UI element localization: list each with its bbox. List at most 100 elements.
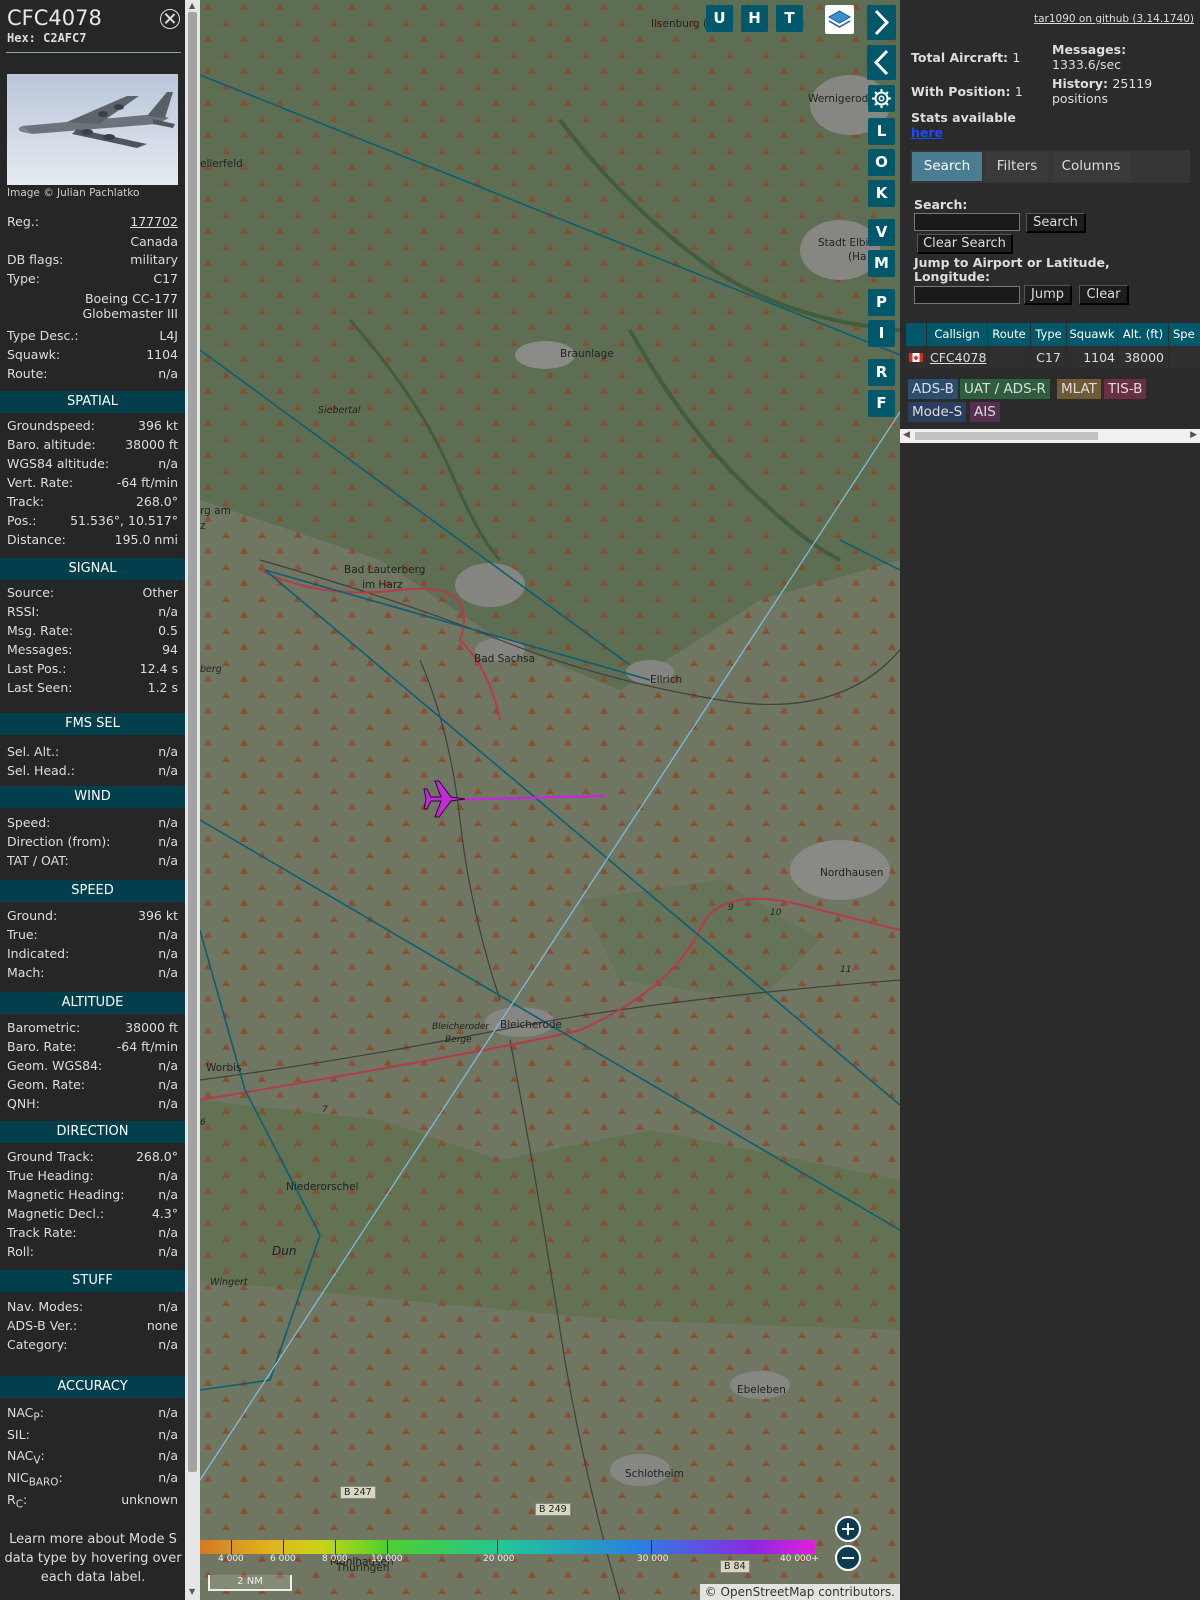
close-icon[interactable] — [160, 9, 180, 29]
info-row-value: n/a — [158, 1187, 178, 1202]
info-row-label: Mach: — [7, 965, 45, 980]
info-row: Geom. WGS84: n/a — [7, 1056, 178, 1075]
info-row: TAT / OAT: n/a — [7, 851, 178, 870]
table-horizontal-scrollbar[interactable]: ◀ ▶ — [900, 429, 1200, 443]
info-row: True Heading: n/a — [7, 1166, 178, 1185]
map-label-bleicherode: Bleicherode — [500, 1019, 563, 1031]
info-row-label: Ground: — [7, 908, 58, 923]
map-button-r[interactable]: R — [868, 359, 895, 386]
registration-link[interactable]: 177702 — [130, 212, 178, 231]
tab-search[interactable]: Search — [912, 152, 982, 181]
map-button-k[interactable]: K — [868, 180, 895, 207]
column-speed[interactable]: Spe — [1169, 323, 1200, 346]
info-scrollbar[interactable]: ▲ ▼ — [185, 0, 200, 1600]
typedesc-value: L4J — [159, 328, 178, 343]
column-squawk[interactable]: Squawk — [1067, 323, 1117, 346]
expand-right-icon[interactable] — [867, 5, 896, 40]
map-button-t[interactable]: T — [776, 5, 803, 32]
section-fms-sel: FMS SEL — [0, 713, 185, 735]
country-value: Canada — [130, 234, 178, 249]
horizontal-scroll-thumb[interactable] — [915, 432, 1098, 440]
stats-here-link[interactable]: here — [911, 125, 1016, 140]
clear-button[interactable]: Clear — [1079, 285, 1129, 305]
map-button-i[interactable]: I — [868, 320, 895, 347]
map-base-layer — [200, 0, 900, 1600]
clear-search-button[interactable]: Clear Search — [917, 234, 1013, 254]
info-row: Geom. Rate: n/a — [7, 1075, 178, 1094]
info-row-label: True: — [7, 927, 38, 942]
layers-icon[interactable] — [825, 5, 854, 34]
tab-filters[interactable]: Filters — [985, 152, 1049, 181]
aircraft-icon[interactable] — [419, 775, 469, 823]
nacp-label: NACP: — [7, 1405, 44, 1424]
squawk-value: 1104 — [146, 347, 178, 362]
info-row-label: Pos.: — [7, 513, 37, 528]
column-callsign[interactable]: Callsign — [927, 323, 987, 346]
info-row-label: Baro. Rate: — [7, 1039, 77, 1054]
zoom-in-icon[interactable] — [835, 1516, 861, 1542]
legend-label-8000: 8 000 — [322, 1554, 348, 1564]
scroll-up-icon[interactable]: ▲ — [189, 2, 195, 10]
info-row-value: n/a — [158, 946, 178, 961]
scrollbar-thumb[interactable] — [188, 12, 197, 1472]
scroll-down-icon[interactable]: ▼ — [189, 1588, 195, 1596]
info-row: Groundspeed: 396 kt — [7, 416, 178, 435]
aircraft-photo[interactable] — [7, 74, 178, 185]
info-header: CFC4078 Hex: C2AFC7 — [0, 0, 185, 49]
info-row-label: Direction (from): — [7, 834, 111, 849]
jump-input[interactable] — [914, 286, 1020, 304]
scroll-left-icon[interactable]: ◀ — [903, 430, 910, 440]
legend-label-30000: 30 000 — [637, 1554, 669, 1564]
row-callsign[interactable]: CFC4078 — [927, 347, 987, 368]
settings-gear-icon[interactable] — [868, 85, 895, 112]
map-button-l[interactable]: L — [868, 118, 895, 145]
tab-columns[interactable]: Columns — [1052, 152, 1130, 181]
map-label-berg: berg — [200, 664, 222, 675]
jump-button[interactable]: Jump — [1024, 285, 1072, 305]
column-route[interactable]: Route — [988, 323, 1030, 346]
info-row-value: n/a — [158, 456, 178, 471]
map-button-f[interactable]: F — [868, 390, 895, 417]
info-row-value: n/a — [158, 1244, 178, 1259]
zoom-out-icon[interactable] — [835, 1545, 861, 1571]
aircraft-info-panel: CFC4078 Hex: C2AFC7 Image © Julian Pachl… — [0, 0, 185, 1600]
map-button-v[interactable]: V — [868, 219, 895, 246]
row-type: C17 — [1031, 347, 1066, 368]
search-button[interactable]: Search — [1026, 213, 1086, 233]
info-row: Ground: 396 kt — [7, 906, 178, 925]
collapse-left-icon[interactable] — [867, 45, 896, 80]
info-row-value: n/a — [158, 1299, 178, 1314]
map-button-h[interactable]: H — [741, 5, 768, 32]
info-row-value: none — [146, 1318, 178, 1333]
column-type[interactable]: Type — [1031, 323, 1066, 346]
info-row-value: Other — [142, 585, 179, 600]
info-row: Barometric: 38000 ft — [7, 1018, 178, 1037]
section-direction: DIRECTION — [0, 1121, 185, 1143]
source-chip-uat: UAT / ADS-R — [960, 379, 1050, 399]
map-attribution[interactable]: © OpenStreetMap contributors. — [699, 1584, 900, 1600]
column-altitude[interactable]: Alt. (ft) — [1118, 323, 1168, 346]
legend-label-6000: 6 000 — [270, 1554, 296, 1564]
info-row-value: 0.5 — [158, 623, 178, 638]
source-chip-modes: Mode-S — [908, 402, 967, 422]
map-button-p[interactable]: P — [868, 289, 895, 316]
info-row-value: 396 kt — [138, 908, 178, 923]
search-input[interactable] — [914, 213, 1020, 231]
section-wind: WIND — [0, 786, 185, 808]
info-row-label: WGS84 altitude: — [7, 456, 110, 471]
nic-label: NICBARO: — [7, 1470, 63, 1489]
info-row-label: Indicated: — [7, 946, 70, 961]
map-view[interactable]: Ilsenburg ( Wernigerod ellerfeld Stadt E… — [200, 0, 900, 1600]
stats-available: Stats available here — [911, 110, 1016, 140]
map-button-u[interactable]: U — [706, 5, 733, 32]
github-link[interactable]: tar1090 on github (3.14.1740) — [1034, 13, 1194, 25]
map-button-o[interactable]: O — [868, 149, 895, 176]
map-label-worbis: Worbis — [206, 1062, 242, 1074]
scroll-right-icon[interactable]: ▶ — [1190, 430, 1197, 440]
info-row-label: Groundspeed: — [7, 418, 95, 433]
info-row-label: Source: — [7, 585, 55, 600]
rc-value: unknown — [121, 1492, 178, 1507]
map-button-m[interactable]: M — [868, 250, 895, 277]
squawk-label: Squawk: — [7, 347, 61, 362]
info-row-value: 38000 ft — [125, 1020, 178, 1035]
